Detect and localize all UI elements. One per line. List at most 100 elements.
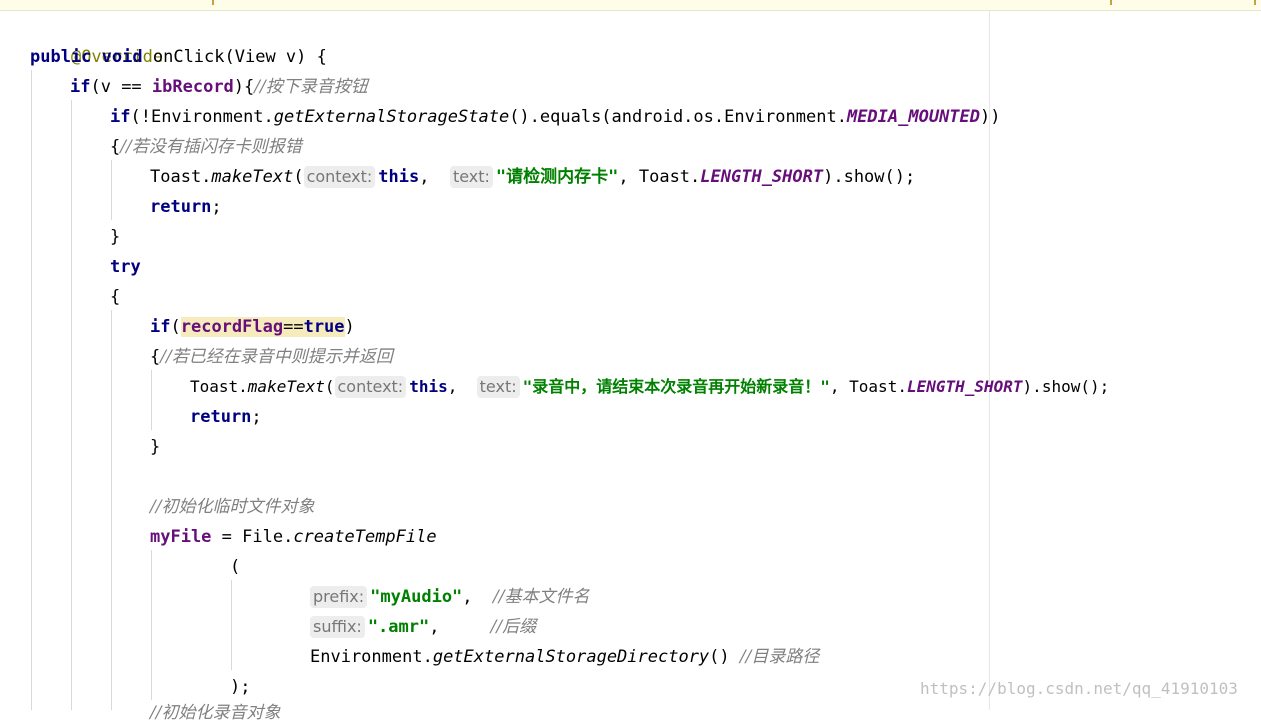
constant: LENGTH_SHORT [906,377,1023,396]
string-literal: ".amr" [367,617,430,637]
keyword: this [409,377,448,396]
code-line: } [110,222,120,252]
param-hint: suffix: [310,616,365,638]
param-hint: prefix: [310,586,368,608]
code-text: , [447,377,477,396]
code-text: ( [170,317,181,337]
param-hint: text: [476,376,520,398]
code-text: ) [344,317,355,337]
code-text: ).show(); [823,167,916,187]
code-text: ; [251,407,262,427]
code-line: Environment.getExternalStorageDirectory(… [310,642,819,672]
constant: MEDIA_MOUNTED [846,107,981,127]
string-literal: "请检测内存卡" [495,167,619,187]
keyword: if [70,77,91,97]
indent-guide [151,550,152,700]
comment: //若已经在录音中则提示并返回 [160,347,393,367]
comment: //基本文件名 [493,587,590,607]
code-line: {//若没有插闪存卡则报错 [110,132,302,162]
code-text: ( [230,557,241,577]
keyword: try [110,257,141,277]
code-text: ); [230,677,251,697]
code-text: ){ [233,77,255,97]
code-text: ().equals(android.os.Environment. [509,107,847,127]
marker-tick [1254,0,1256,5]
code-line: //初始化临时文件对象 [150,492,314,522]
comment: //初始化录音对象 [150,703,281,723]
keyword: public [30,47,92,67]
comment: //若没有插闪存卡则报错 [120,137,302,157]
brace: } [150,437,161,457]
param-hint: context: [303,166,376,188]
code-text: (!Environment. [130,107,274,127]
code-text: , [419,167,450,187]
comment: //后缀 [490,617,537,637]
code-text: Environment. [310,647,433,667]
brace: } [110,227,121,247]
method: getExternalStorageState [273,107,510,127]
code-line: if(recordFlag==true) [150,312,355,342]
param-hint: context: [334,376,407,398]
code-line: Toast.makeText(context: this, text: "录音中，请… [190,372,1109,402]
method: makeText [247,377,325,396]
code-line: { [110,282,120,312]
marker-tick [212,0,214,5]
string-literal: "myAudio" [370,587,463,607]
field: recordFlag [180,317,284,337]
code-line: return; [150,192,222,222]
code-text: , Toast. [829,377,907,396]
code-text: onClick(View v) { [142,47,327,67]
comment: //按下录音按钮 [254,77,368,97]
code-line: Toast.makeText(context: this, text: "请检测内存… [150,162,915,192]
code-line: if(v == ibRecord){//按下录音按钮 [70,72,368,102]
keyword: if [110,107,131,127]
indent-guide [111,310,112,710]
param-hint: text: [449,166,493,188]
editor-top-strip [0,0,1261,11]
keyword: void [101,47,143,67]
indent-guide [151,370,152,430]
brace: { [110,137,121,157]
method: createTempFile [293,527,437,547]
code-text: , [462,587,494,607]
code-text: ; [211,197,222,217]
code-line: prefix: "myAudio", //基本文件名 [310,582,589,612]
method: makeText [211,167,294,187]
field: ibRecord [151,77,234,97]
code-line: try [110,252,141,282]
keyword: true [303,317,345,337]
method: getExternalStorageDirectory [432,647,710,667]
code-text: = File. [211,527,294,547]
indent-guide [231,580,232,670]
keyword: this [378,167,420,187]
code-line: } [150,432,160,462]
code-text: == [283,317,304,337]
indent-guide [71,100,72,710]
brace: { [110,287,121,307]
code-line: ( [230,552,240,582]
code-line: {//若已经在录音中则提示并返回 [150,342,393,372]
code-line: myFile = File.createTempFile [150,522,437,552]
keyword: return [150,197,212,217]
code-text: ( [293,167,304,187]
code-text: )) [980,107,1001,127]
code-text: Toast. [190,377,248,396]
keyword: if [150,317,171,337]
code-text: Toast. [150,167,212,187]
indent-guide [111,160,112,220]
watermark: https://blog.csdn.net/qq_41910103 [920,679,1238,698]
constant: LENGTH_SHORT [700,167,824,187]
comment: //初始化临时文件对象 [150,497,315,517]
code-text: , [429,617,491,637]
brace: { [150,347,161,367]
field: myFile [150,527,212,547]
code-text: , Toast. [618,167,701,187]
code-line: suffix: ".amr", //后缀 [310,612,536,642]
code-line: @Override [30,12,163,67]
code-line: return; [190,402,262,432]
indent-guide [31,70,32,710]
code-line: //初始化录音对象 [150,698,280,728]
comment: //目录路径 [739,647,820,667]
code-text: ).show(); [1022,377,1110,396]
code-text: ( [324,377,335,396]
